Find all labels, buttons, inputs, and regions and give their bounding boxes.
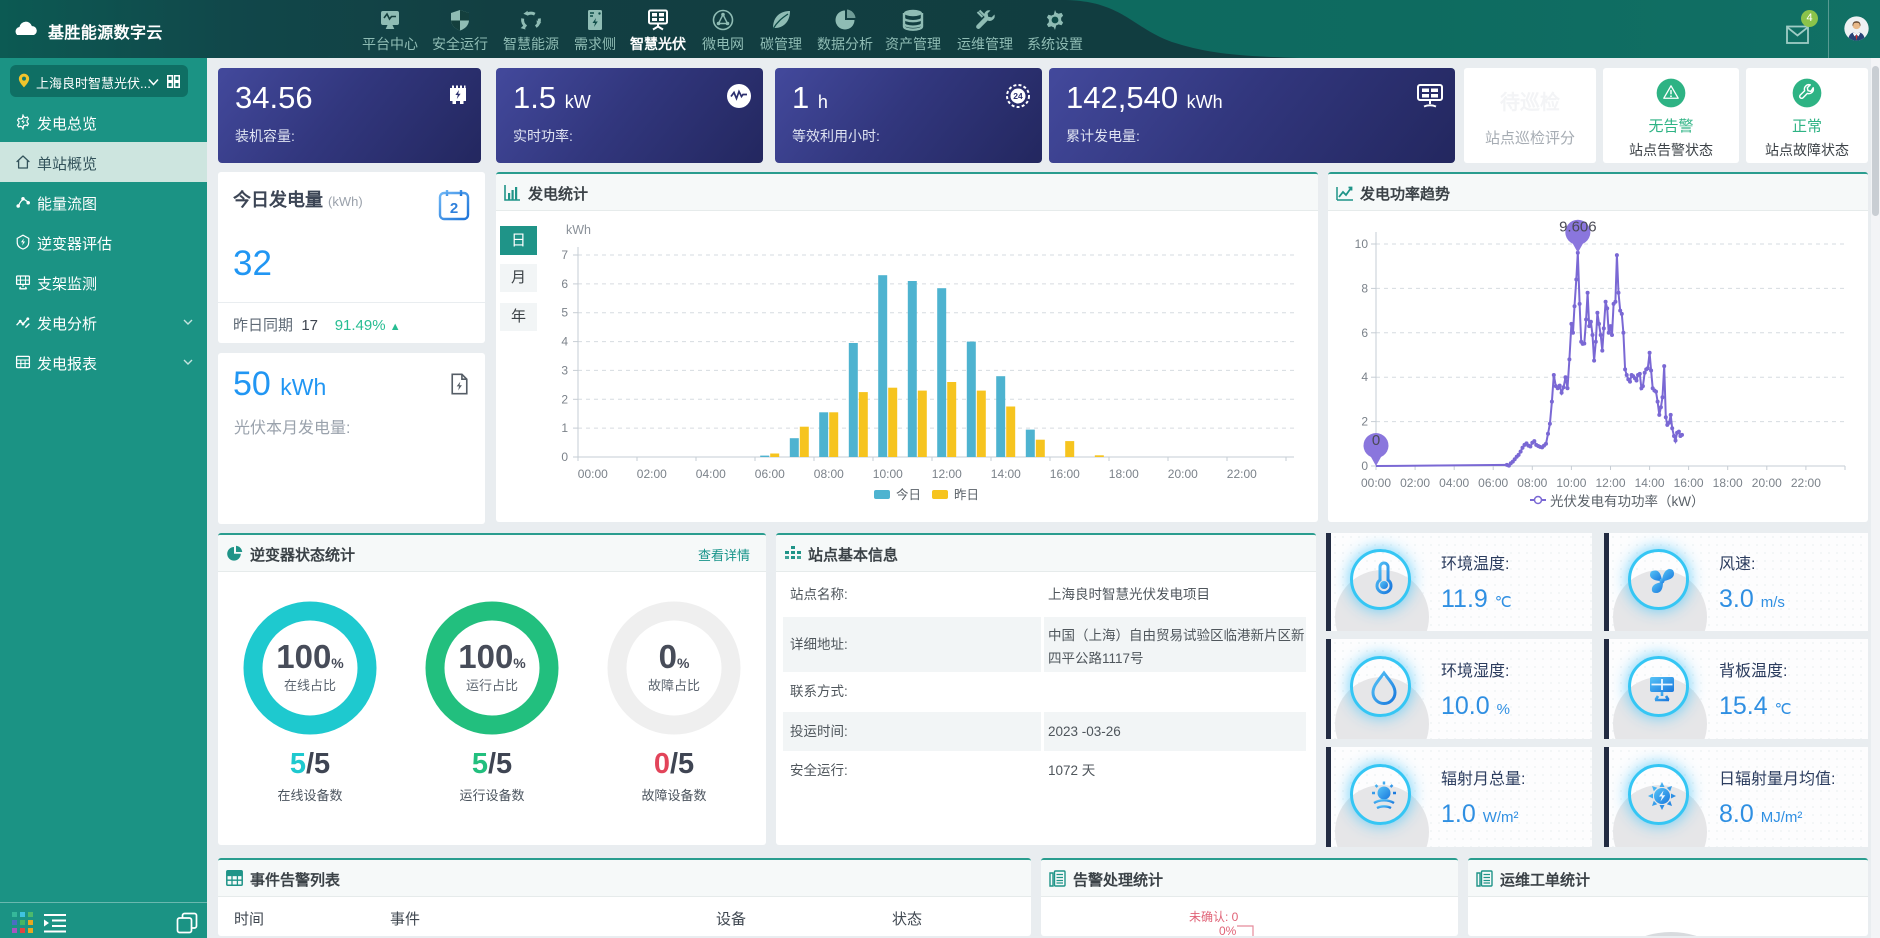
svg-text:0: 0 — [561, 450, 568, 464]
svg-text:0: 0 — [1361, 459, 1368, 473]
svg-text:2: 2 — [1361, 415, 1368, 429]
svg-text:14:00: 14:00 — [1635, 476, 1665, 490]
svg-text:22:00: 22:00 — [1227, 467, 1257, 481]
svg-text:10: 10 — [1355, 237, 1369, 251]
svg-text:08:00: 08:00 — [814, 467, 844, 481]
svg-text:24: 24 — [1013, 91, 1023, 101]
svg-text:00:00: 00:00 — [1361, 476, 1391, 490]
svg-text:04:00: 04:00 — [1439, 476, 1469, 490]
svg-text:22:00: 22:00 — [1791, 476, 1821, 490]
svg-text:9.606: 9.606 — [1559, 219, 1597, 236]
svg-text:8: 8 — [1361, 281, 1368, 295]
svg-text:光伏发电有功功率（kW）: 光伏发电有功功率（kW） — [1550, 493, 1705, 509]
svg-text:06:00: 06:00 — [1478, 476, 1508, 490]
svg-text:14:00: 14:00 — [991, 467, 1021, 481]
svg-text:5: 5 — [561, 306, 568, 320]
svg-text:今日: 今日 — [896, 487, 921, 502]
svg-text:12:00: 12:00 — [1595, 476, 1625, 490]
svg-text:20:00: 20:00 — [1752, 476, 1782, 490]
svg-text:0: 0 — [1372, 432, 1380, 449]
svg-text:20:00: 20:00 — [1168, 467, 1198, 481]
svg-text:08:00: 08:00 — [1517, 476, 1547, 490]
svg-text:00:00: 00:00 — [578, 467, 608, 481]
svg-text:7: 7 — [561, 248, 568, 262]
svg-text:04:00: 04:00 — [696, 467, 726, 481]
svg-text:06:00: 06:00 — [755, 467, 785, 481]
svg-text:02:00: 02:00 — [637, 467, 667, 481]
svg-text:18:00: 18:00 — [1109, 467, 1139, 481]
svg-text:3: 3 — [561, 363, 568, 377]
svg-text:4: 4 — [561, 335, 568, 349]
svg-text:18:00: 18:00 — [1713, 476, 1743, 490]
svg-text:昨日: 昨日 — [954, 488, 979, 502]
svg-text:1: 1 — [561, 421, 568, 435]
svg-text:4: 4 — [1361, 370, 1368, 384]
svg-text:16:00: 16:00 — [1050, 467, 1080, 481]
svg-text:10:00: 10:00 — [873, 467, 903, 481]
svg-text:10:00: 10:00 — [1556, 476, 1586, 490]
svg-text:16:00: 16:00 — [1674, 476, 1704, 490]
svg-text:kWh: kWh — [566, 223, 591, 237]
svg-text:02:00: 02:00 — [1400, 476, 1430, 490]
svg-text:2: 2 — [561, 392, 568, 406]
svg-text:6: 6 — [1361, 326, 1368, 340]
svg-text:6: 6 — [561, 277, 568, 291]
svg-text:2: 2 — [450, 200, 458, 217]
svg-text:12:00: 12:00 — [932, 467, 962, 481]
